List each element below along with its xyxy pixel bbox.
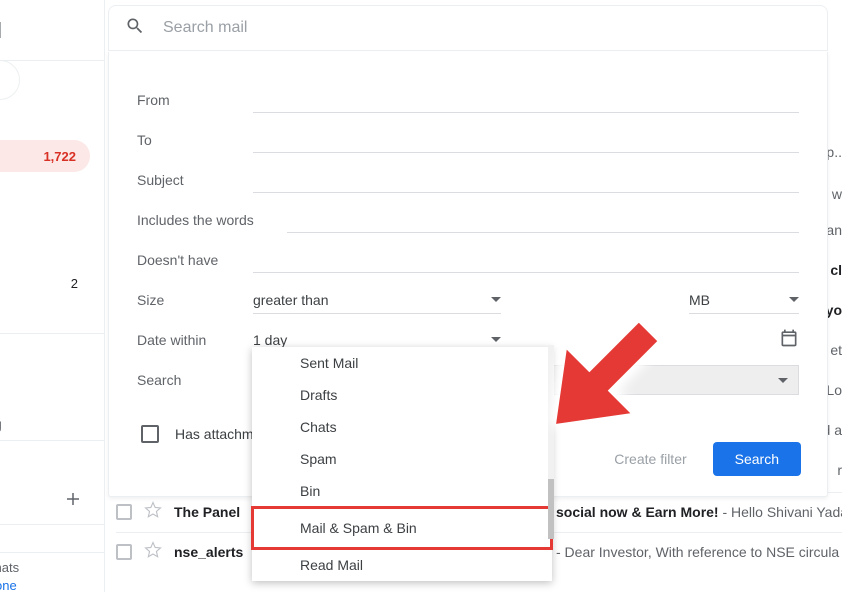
edge-text: an [826, 222, 842, 238]
star-icon[interactable] [144, 501, 162, 522]
divider [0, 440, 104, 441]
from-label: From [137, 92, 253, 108]
compose-button-fragment[interactable] [0, 60, 20, 100]
mail-snippet: - Hello Shivani Yada [722, 504, 842, 520]
to-input[interactable] [253, 127, 799, 153]
divider [0, 60, 104, 61]
dropdown-item-read-mail[interactable]: Read Mail [252, 549, 552, 581]
dropdown-item-spam[interactable]: Spam [252, 443, 552, 475]
inbox-unread-count: 1,722 [43, 149, 76, 164]
divider [0, 524, 104, 525]
star-icon[interactable] [144, 541, 162, 562]
date-within-label: Date within [137, 332, 253, 348]
sidebar-newone-fragment[interactable]: w one [0, 578, 17, 593]
app-logo-fragment: ail [0, 18, 2, 44]
annotation-arrow-icon [510, 300, 680, 475]
edge-text: Lo [826, 382, 842, 398]
doesnt-input[interactable] [253, 247, 799, 273]
size-operator-select[interactable]: greater than [253, 286, 501, 314]
size-unit-select[interactable]: MB [689, 286, 799, 314]
includes-input[interactable] [287, 207, 799, 233]
includes-label: Includes the words [137, 212, 287, 228]
search-button[interactable]: Search [713, 442, 801, 476]
has-attachment-checkbox[interactable] [141, 425, 159, 443]
checkbox[interactable] [116, 504, 132, 520]
search-in-label: Search [137, 372, 253, 388]
search-in-dropdown: Sent Mail Drafts Chats Spam Bin Mail & S… [252, 347, 552, 581]
chevron-down-icon [491, 337, 501, 342]
mail-sender: nse_alerts [174, 544, 264, 560]
plus-icon[interactable] [64, 490, 82, 513]
edge-text: r [837, 462, 842, 478]
search-bar[interactable]: Search mail [108, 5, 828, 51]
edge-text: cl [830, 262, 842, 278]
search-placeholder: Search mail [163, 19, 247, 37]
to-label: To [137, 132, 253, 148]
dropdown-item-bin[interactable]: Bin [252, 475, 552, 507]
divider [0, 552, 104, 553]
mail-subject: social now & Earn More! [556, 504, 719, 520]
calendar-icon[interactable] [779, 328, 799, 353]
edge-text: w [832, 186, 842, 202]
subject-input[interactable] [253, 167, 799, 193]
sidebar-item-inbox[interactable]: 1,722 [0, 140, 90, 172]
size-label: Size [137, 292, 253, 308]
from-input[interactable] [253, 87, 799, 113]
edge-text: p.. [826, 144, 842, 160]
mail-snippet: - Dear Investor, With reference to NSE c… [556, 544, 839, 560]
search-icon [125, 16, 145, 41]
chevron-down-icon [491, 297, 501, 302]
sidebar-item-count: 2 [71, 276, 78, 291]
chevron-down-icon [789, 297, 799, 302]
edge-text: et [830, 342, 842, 358]
has-attachment-label: Has attachme [175, 426, 261, 442]
sidebar-chats-fragment: chats [0, 560, 19, 575]
subject-label: Subject [137, 172, 253, 188]
dropdown-item-mail-spam-bin[interactable]: Mail & Spam & Bin [252, 507, 552, 549]
dropdown-item-sent[interactable]: Sent Mail [252, 347, 552, 379]
dropdown-item-chats[interactable]: Chats [252, 411, 552, 443]
dropdown-item-drafts[interactable]: Drafts [252, 379, 552, 411]
sidebar-label-fragment: g [0, 416, 2, 432]
sidebar: ail 1,722 2 g chats w one [0, 0, 105, 592]
checkbox[interactable] [116, 544, 132, 560]
chevron-down-icon [778, 378, 788, 383]
divider [0, 333, 104, 334]
mail-sender: The Panel [174, 504, 264, 520]
doesnt-label: Doesn't have [137, 252, 253, 268]
